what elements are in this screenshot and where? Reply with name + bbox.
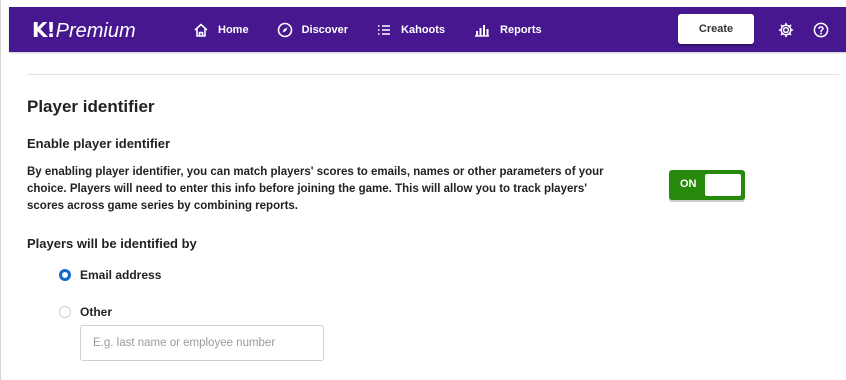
top-nav-bar: K! Premium Home Discover Kahoots Reports…: [9, 7, 846, 52]
main-nav: Home Discover Kahoots Reports: [193, 7, 570, 52]
email-radio-label: Email address: [80, 268, 162, 282]
other-radio-label: Other: [80, 305, 113, 319]
nav-home[interactable]: Home: [193, 7, 249, 52]
other-identifier-input[interactable]: [80, 325, 324, 361]
toggle-knob: [705, 174, 741, 196]
nav-reports-label: Reports: [500, 23, 542, 36]
nav-discover[interactable]: Discover: [277, 7, 348, 52]
toggle-state-label: ON: [680, 178, 697, 190]
compass-icon: [277, 22, 292, 37]
app-window: K! Premium Home Discover Kahoots Reports…: [0, 0, 846, 380]
brand-mark: K!: [32, 17, 56, 42]
gear-icon: [778, 22, 794, 38]
option-email[interactable]: Email address: [59, 268, 161, 282]
nav-discover-label: Discover: [301, 23, 349, 36]
list-icon: [378, 24, 391, 35]
description-text: By enabling player identifier, you can m…: [27, 166, 604, 212]
brand-logo[interactable]: K! Premium: [32, 18, 160, 42]
settings-button[interactable]: [776, 20, 796, 40]
brand-name: Premium: [55, 19, 136, 42]
nav-home-label: Home: [218, 23, 249, 36]
question-icon: [813, 22, 829, 38]
option-other[interactable]: Other: [59, 305, 112, 319]
email-radio[interactable]: [59, 269, 71, 281]
home-icon: [194, 23, 208, 37]
other-radio[interactable]: [59, 306, 71, 318]
page-title: Player identifier: [27, 97, 155, 116]
identified-by-heading: Players will be identified by: [27, 236, 197, 251]
enable-heading: Enable player identifier: [27, 136, 171, 151]
player-identifier-toggle[interactable]: ON: [669, 170, 745, 200]
nav-kahoots-label: Kahoots: [401, 23, 446, 36]
help-button[interactable]: [811, 20, 831, 40]
nav-reports[interactable]: Reports: [473, 7, 542, 52]
bar-chart-icon: [475, 24, 490, 37]
nav-kahoots[interactable]: Kahoots: [376, 7, 445, 52]
create-button[interactable]: Create: [678, 14, 754, 44]
section-divider: [27, 74, 839, 75]
